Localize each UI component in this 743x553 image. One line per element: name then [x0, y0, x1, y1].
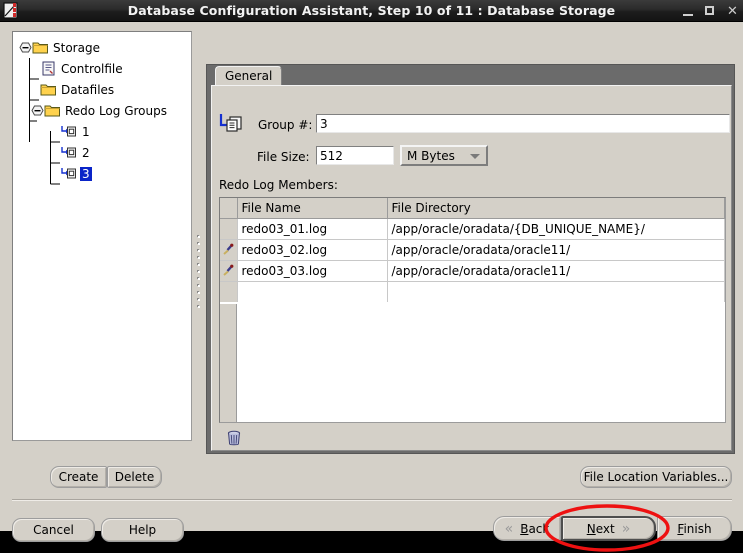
collapse-handle-icon[interactable] [19, 41, 32, 54]
file-size-units-dropdown[interactable]: M Bytes [400, 145, 488, 166]
tree-item-redo-group-2[interactable]: 2 [19, 142, 191, 163]
chevron-down-icon [470, 154, 480, 159]
close-icon[interactable]: ✕ [726, 5, 739, 18]
row-marker[interactable] [220, 218, 238, 240]
storage-tree-panel[interactable]: Storage Controlfile Datafiles Redo Log G… [12, 31, 192, 441]
tree-item-label: Storage [53, 40, 100, 55]
create-button-label: Create [58, 470, 99, 484]
chevron-right-icon: » [621, 520, 631, 537]
help-button-label: Help [128, 523, 157, 537]
table-row[interactable]: redo03_02.log /app/oracle/oradata/oracle… [220, 239, 725, 261]
tree-item-label: Controlfile [61, 61, 123, 76]
dialog-window: Database Configuration Assistant, Step 1… [0, 0, 743, 552]
table-header-row: File Name File Directory [220, 198, 725, 219]
column-header-file-name[interactable]: File Name [237, 198, 388, 219]
tree-item-redo-group-3[interactable]: 3 [19, 163, 191, 184]
cell-file-directory[interactable] [387, 281, 725, 302]
group-number-input[interactable] [316, 114, 730, 133]
redo-log-members-label: Redo Log Members: [219, 178, 338, 192]
file-size-label: File Size: [257, 150, 310, 164]
cell-file-name[interactable]: redo03_03.log [237, 260, 388, 282]
redo-log-members-table[interactable]: File Name File Directory redo03_01.log /… [219, 197, 726, 423]
tree-item-label: 2 [82, 145, 90, 160]
row-header-gutter [220, 304, 237, 422]
inserted-row-icon [222, 243, 235, 256]
splitter-grip-icon[interactable] [197, 236, 201, 314]
delete-button[interactable]: Delete [107, 466, 162, 488]
cell-file-directory[interactable]: /app/oracle/oradata/oracle11/ [387, 260, 725, 282]
tab-general[interactable]: General [215, 66, 283, 85]
folder-icon [32, 40, 49, 55]
redolog-icon [61, 166, 78, 181]
controlfile-icon [40, 61, 57, 76]
next-button[interactable]: Next » [561, 516, 656, 541]
table-row-empty[interactable] [220, 281, 725, 302]
cancel-button[interactable]: Cancel [12, 518, 95, 542]
redolog-icon [61, 145, 78, 160]
inserted-row-icon [222, 264, 235, 277]
tree-item-label: 3 [80, 166, 92, 181]
window-title: Database Configuration Assistant, Step 1… [127, 3, 616, 18]
folder-icon [44, 103, 61, 118]
redolog-icon [61, 124, 78, 139]
tree-item-label: 1 [82, 124, 90, 139]
file-location-variables-label: File Location Variables... [583, 470, 729, 484]
cell-file-name[interactable]: redo03_01.log [237, 218, 388, 240]
tree-root: Storage Controlfile Datafiles Redo Log G… [13, 32, 191, 184]
maximize-icon[interactable] [704, 5, 717, 18]
folder-icon [40, 82, 57, 97]
details-panel: General Group #: File Size: [206, 64, 735, 454]
file-size-units-value: M Bytes [407, 149, 455, 163]
delete-button-label: Delete [114, 470, 155, 484]
finish-button[interactable]: Finish [657, 516, 732, 541]
tree-item-datafiles[interactable]: Datafiles [19, 79, 191, 100]
cell-file-name[interactable] [237, 281, 388, 302]
window-controls: ✕ [682, 0, 739, 22]
chevron-left-icon: « [504, 520, 514, 537]
cell-file-name[interactable]: redo03_02.log [237, 239, 388, 261]
finish-button-label: Finish [677, 521, 712, 536]
group-number-label: Group #: [258, 118, 313, 132]
footer-divider [12, 499, 732, 501]
create-button[interactable]: Create [50, 466, 107, 488]
cell-file-directory[interactable]: /app/oracle/oradata/{DB_UNIQUE_NAME}/ [387, 218, 725, 240]
tree-item-storage[interactable]: Storage [19, 37, 191, 58]
cancel-button-label: Cancel [33, 523, 74, 537]
tree-item-redo-group-1[interactable]: 1 [19, 121, 191, 142]
titlebar: Database Configuration Assistant, Step 1… [0, 0, 743, 22]
row-marker[interactable] [220, 281, 238, 302]
next-button-label: Next [586, 521, 615, 536]
redo-log-group-icon [218, 112, 244, 136]
row-marker[interactable] [220, 260, 238, 282]
file-location-variables-button[interactable]: File Location Variables... [580, 466, 732, 488]
column-header-file-directory[interactable]: File Directory [387, 198, 725, 219]
trash-icon[interactable] [225, 429, 243, 447]
tree-item-controlfile[interactable]: Controlfile [19, 58, 191, 79]
dialog-body: Storage Controlfile Datafiles Redo Log G… [0, 22, 743, 552]
tree-item-redo-log-groups[interactable]: Redo Log Groups [19, 100, 191, 121]
back-button-label: Back [520, 521, 550, 536]
tab-strip: General [207, 65, 734, 85]
back-button[interactable]: « Back [493, 516, 561, 541]
file-size-input[interactable] [316, 146, 394, 165]
minimize-icon[interactable] [682, 5, 695, 18]
row-marker-header [220, 198, 238, 219]
cell-file-directory[interactable]: /app/oracle/oradata/oracle11/ [387, 239, 725, 261]
tree-item-label: Datafiles [61, 82, 115, 97]
help-button[interactable]: Help [101, 518, 184, 542]
row-marker[interactable] [220, 239, 238, 261]
tab-content-general: Group #: File Size: M Bytes Redo Log Mem… [211, 85, 732, 451]
tree-item-label: Redo Log Groups [65, 103, 167, 118]
table-row[interactable]: redo03_01.log /app/oracle/oradata/{DB_UN… [220, 218, 725, 240]
panel-splitter[interactable] [194, 31, 204, 441]
table-row[interactable]: redo03_03.log /app/oracle/oradata/oracle… [220, 260, 725, 282]
collapse-handle-icon[interactable] [31, 104, 44, 117]
